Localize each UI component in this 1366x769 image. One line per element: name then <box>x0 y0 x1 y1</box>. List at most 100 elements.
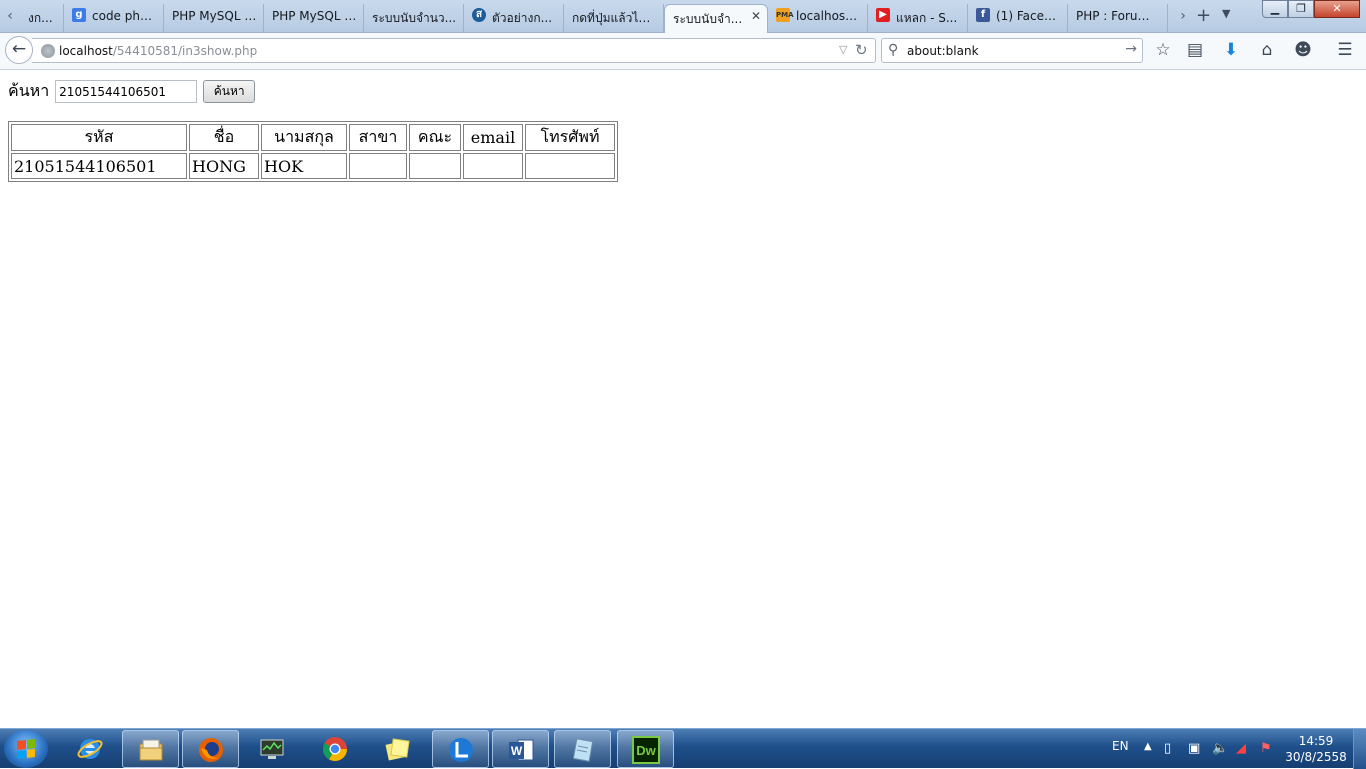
bookmark-star-icon[interactable]: ☆ <box>1152 40 1174 60</box>
chrome-taskbar-button[interactable] <box>307 730 364 768</box>
taskbar: W Dw EN ▲ ▯ ▣ 🔈 ◢ ⚑ 14:59 30/8/2558 <box>0 728 1366 769</box>
site-icon: ส <box>472 8 486 22</box>
facebook-icon: f <box>976 8 990 22</box>
tab[interactable]: f (1) Faceb... <box>968 4 1068 33</box>
clock-date: 30/8/2558 <box>1285 750 1347 764</box>
table-header-row: รหัส ชื่อ นามสกุล สาขา คณะ email โทรศัพท… <box>11 124 615 151</box>
tab[interactable]: PMA localhost ... <box>768 4 868 33</box>
tab[interactable]: PHP : Forum ... <box>1068 4 1168 33</box>
downloads-icon[interactable]: ⬇ <box>1220 40 1242 60</box>
minimize-button[interactable]: ▁ <box>1262 0 1288 18</box>
search-label: ค้นหา <box>8 81 50 100</box>
tab[interactable]: ▶ แหลก - S... <box>868 4 968 33</box>
tab[interactable]: ระบบนับจำนว... <box>364 4 464 33</box>
sticky-notes-taskbar-button[interactable] <box>369 730 426 768</box>
history-dropdown-icon[interactable]: ▽ <box>839 43 847 56</box>
cell-surname: HOK <box>261 153 347 179</box>
maximize-button[interactable]: ❐ <box>1288 0 1314 18</box>
folder-icon <box>139 739 163 761</box>
address-bar[interactable]: localhost/54410581/in3show.php ▽ ↻ <box>32 38 876 63</box>
show-hidden-icons-icon[interactable]: ▲ <box>1144 741 1152 752</box>
action-center-icon[interactable]: ⚑ <box>1260 741 1272 756</box>
volume-icon[interactable]: 🔈 <box>1212 741 1228 756</box>
show-desktop-button[interactable] <box>1353 729 1366 769</box>
window-controls: ▁ ❐ ✕ <box>1262 0 1360 18</box>
header-email: email <box>463 124 523 151</box>
google-icon: g <box>72 8 86 22</box>
notepad-taskbar-button[interactable] <box>554 730 611 768</box>
new-tab-icon[interactable]: + <box>1196 5 1211 26</box>
device-icon[interactable]: ▯ <box>1164 741 1171 756</box>
cell-phone <box>525 153 615 179</box>
header-phone: โทรศัพท์ <box>525 124 615 151</box>
scroll-tabs-left-icon[interactable]: ‹ <box>1 6 19 26</box>
search-bar-text[interactable]: about:blank <box>907 44 979 58</box>
search-bar[interactable]: ⚲ about:blank → <box>881 38 1143 63</box>
search-form: ค้นหา ค้นหา <box>8 79 256 104</box>
search-button[interactable]: ค้นหา <box>203 80 256 103</box>
menu-icon[interactable]: ☰ <box>1334 40 1356 60</box>
firefox-taskbar-button[interactable] <box>182 730 239 768</box>
site-identity-icon[interactable] <box>41 44 55 58</box>
youtube-icon: ▶ <box>876 8 890 22</box>
header-faculty: คณะ <box>409 124 461 151</box>
chrome-icon <box>322 737 347 762</box>
header-id: รหัส <box>11 124 187 151</box>
home-icon[interactable]: ⌂ <box>1256 40 1278 60</box>
svg-text:Dw: Dw <box>636 743 656 758</box>
header-major: สาขา <box>349 124 407 151</box>
dreamweaver-taskbar-button[interactable]: Dw <box>617 730 674 768</box>
chat-icon[interactable]: ☻ <box>1292 40 1314 60</box>
header-name: ชื่อ <box>189 124 259 151</box>
result-table: รหัส ชื่อ นามสกุล สาขา คณะ email โทรศัพท… <box>8 121 618 182</box>
system-monitor-taskbar-button[interactable] <box>244 730 301 768</box>
clock[interactable]: 14:59 30/8/2558 <box>1282 733 1350 765</box>
app-l-icon <box>449 738 473 762</box>
tab[interactable]: งก... <box>20 4 64 33</box>
tab-active[interactable]: ระบบนับจำ... ✕ <box>664 4 768 33</box>
close-tab-icon[interactable]: ✕ <box>751 9 761 23</box>
cell-id: 21051544106501 <box>11 153 187 179</box>
search-icon: ⚲ <box>888 42 899 58</box>
close-window-button[interactable]: ✕ <box>1314 0 1360 18</box>
navigation-toolbar: localhost/54410581/in3show.php ▽ ↻ ← ⚲ a… <box>0 33 1366 70</box>
tab-list: งก... g code php... PHP MySQL S... PHP My… <box>20 4 1168 33</box>
back-arrow-icon: ← <box>11 39 27 59</box>
tab[interactable]: PHP MySQL S... <box>264 4 364 33</box>
notepad-icon <box>572 738 594 762</box>
monitor-icon <box>260 739 284 759</box>
cell-name: HONG <box>189 153 259 179</box>
tab-strip: ‹ งก... g code php... PHP MySQL S... PHP … <box>0 0 1366 33</box>
internet-explorer-icon <box>77 739 103 759</box>
windows-logo-icon <box>17 739 35 759</box>
search-input[interactable] <box>55 80 198 103</box>
back-button[interactable]: ← <box>5 36 33 64</box>
word-taskbar-button[interactable]: W <box>492 730 549 768</box>
list-all-tabs-icon[interactable]: ▼ <box>1222 7 1230 20</box>
search-go-icon[interactable]: → <box>1125 41 1137 57</box>
firefox-icon <box>199 738 223 762</box>
app-l-taskbar-button[interactable] <box>432 730 489 768</box>
cell-major <box>349 153 407 179</box>
language-indicator[interactable]: EN <box>1112 739 1129 753</box>
svg-text:W: W <box>511 744 523 758</box>
cell-faculty <box>409 153 461 179</box>
tab[interactable]: g code php... <box>64 4 164 33</box>
tab[interactable]: สตัวอย่างก... <box>464 4 564 33</box>
antivirus-icon[interactable]: ◢ <box>1236 741 1246 756</box>
tab[interactable]: กดที่ปุ่มแล้วไป... <box>564 4 664 33</box>
url-text[interactable]: localhost/54410581/in3show.php <box>59 44 257 58</box>
scroll-tabs-right-icon[interactable]: › <box>1174 6 1192 26</box>
bookmarks-list-icon[interactable]: ▤ <box>1184 40 1206 60</box>
file-explorer-taskbar-button[interactable] <box>122 730 179 768</box>
dreamweaver-icon: Dw <box>632 736 660 764</box>
clock-time: 14:59 <box>1298 734 1334 748</box>
network-icon[interactable]: ▣ <box>1188 741 1200 756</box>
tab[interactable]: PHP MySQL S... <box>164 4 264 33</box>
reload-icon[interactable]: ↻ <box>855 41 868 59</box>
word-icon: W <box>509 739 534 761</box>
internet-explorer-taskbar-button[interactable] <box>62 730 119 768</box>
start-button[interactable] <box>4 730 48 768</box>
table-row: 21051544106501 HONG HOK <box>11 153 615 179</box>
page-content: ค้นหา ค้นหา รหัส ชื่อ นามสกุล สาขา คณะ e… <box>0 70 1366 728</box>
